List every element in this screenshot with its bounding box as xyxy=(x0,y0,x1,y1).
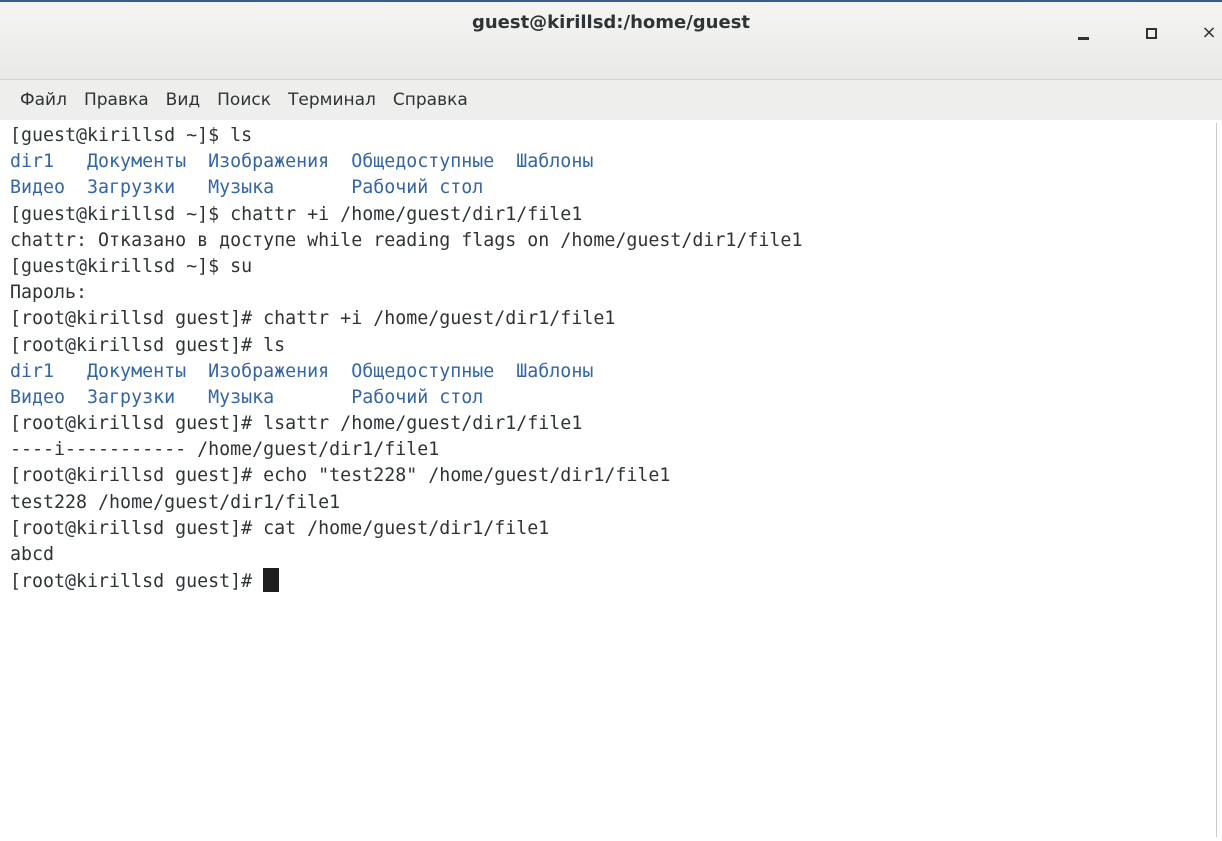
maximize-icon xyxy=(1145,27,1157,39)
terminal-line: [root@kirillsd guest]# xyxy=(10,568,1208,594)
terminal-text: Пароль: xyxy=(10,282,88,304)
maximize-button[interactable] xyxy=(1138,20,1164,46)
terminal-text: chattr: Отказано в доступе while reading… xyxy=(10,229,803,251)
directory-listing: dir1 Документы Изображения Общедоступные… xyxy=(10,151,594,173)
window-title: guest@kirillsd:/home/guest xyxy=(471,12,751,33)
terminal-text: [root@kirillsd guest]# ls xyxy=(10,334,286,356)
terminal-output[interactable]: [guest@kirillsd ~]$ ls dir1 Документы Изо… xyxy=(10,123,1208,841)
title-bar[interactable]: guest@kirillsd:/home/guest × xyxy=(0,2,1222,80)
terminal-text: [root@kirillsd guest]# echo "test228" /h… xyxy=(10,465,671,487)
terminal-line: dir1 Документы Изображения Общедоступные… xyxy=(10,149,1208,175)
terminal-line: [root@kirillsd guest]# ls xyxy=(10,333,1208,359)
scrollbar[interactable] xyxy=(1213,123,1219,837)
menu-search[interactable]: Поиск xyxy=(217,90,271,110)
terminal-text: [guest@kirillsd ~]$ su xyxy=(10,255,253,277)
menu-help[interactable]: Справка xyxy=(393,90,468,110)
terminal-line: [root@kirillsd guest]# cat /home/guest/d… xyxy=(10,516,1208,542)
text-cursor xyxy=(263,568,280,593)
terminal-line: chattr: Отказано в доступе while reading… xyxy=(10,228,1208,254)
terminal-text: abcd xyxy=(10,544,55,565)
close-icon: × xyxy=(1201,22,1217,43)
terminal-text: [root@kirillsd guest]# cat /home/guest/d… xyxy=(10,517,550,539)
directory-listing: Видео Загрузки Музыка Рабочий стол xyxy=(10,386,484,408)
terminal-text: [guest@kirillsd ~]$ chattr +i /home/gues… xyxy=(10,203,583,225)
terminal-line: Пароль: xyxy=(10,280,1208,306)
menu-file[interactable]: Файл xyxy=(20,90,67,110)
terminal-line: abcd xyxy=(10,542,1208,568)
terminal-text: ----i----------- /home/guest/dir1/file1 xyxy=(10,439,440,461)
terminal-line: test228 /home/guest/dir1/file1 xyxy=(10,490,1208,516)
terminal-line: [guest@kirillsd ~]$ chattr +i /home/gues… xyxy=(10,202,1208,228)
terminal-line: Видео Загрузки Музыка Рабочий стол xyxy=(10,385,1208,411)
menu-view[interactable]: Вид xyxy=(166,90,200,110)
terminal-line: [root@kirillsd guest]# echo "test228" /h… xyxy=(10,463,1208,489)
scrollbar-track[interactable] xyxy=(1216,123,1217,837)
terminal-line: Видео Загрузки Музыка Рабочий стол xyxy=(10,175,1208,201)
directory-listing: dir1 Документы Изображения Общедоступные… xyxy=(10,360,594,382)
menu-terminal[interactable]: Терминал xyxy=(288,90,376,110)
shell-prompt: [root@kirillsd guest]# xyxy=(10,571,264,593)
terminal-line: dir1 Документы Изображения Общедоступные… xyxy=(10,359,1208,385)
terminal-line: [root@kirillsd guest]# lsattr /home/gues… xyxy=(10,411,1208,437)
close-button[interactable]: × xyxy=(1196,20,1222,46)
terminal-text: [guest@kirillsd ~]$ ls xyxy=(10,125,253,146)
menu-bar: Файл Правка Вид Поиск Терминал Справка xyxy=(0,80,1222,120)
menu-edit[interactable]: Правка xyxy=(84,90,149,110)
minimize-icon xyxy=(1077,36,1089,40)
directory-listing: Видео Загрузки Музыка Рабочий стол xyxy=(10,177,484,199)
minimize-button[interactable] xyxy=(1070,20,1096,46)
terminal-line: [guest@kirillsd ~]$ su xyxy=(10,254,1208,280)
terminal-text: test228 /home/guest/dir1/file1 xyxy=(10,491,341,513)
terminal-window: guest@kirillsd:/home/guest × Файл Правка… xyxy=(0,0,1222,841)
terminal-line: [root@kirillsd guest]# chattr +i /home/g… xyxy=(10,306,1208,332)
terminal-line: ----i----------- /home/guest/dir1/file1 xyxy=(10,437,1208,463)
terminal-line: [guest@kirillsd ~]$ ls xyxy=(10,123,1208,149)
terminal-text: [root@kirillsd guest]# chattr +i /home/g… xyxy=(10,308,616,330)
terminal-text: [root@kirillsd guest]# lsattr /home/gues… xyxy=(10,413,583,435)
